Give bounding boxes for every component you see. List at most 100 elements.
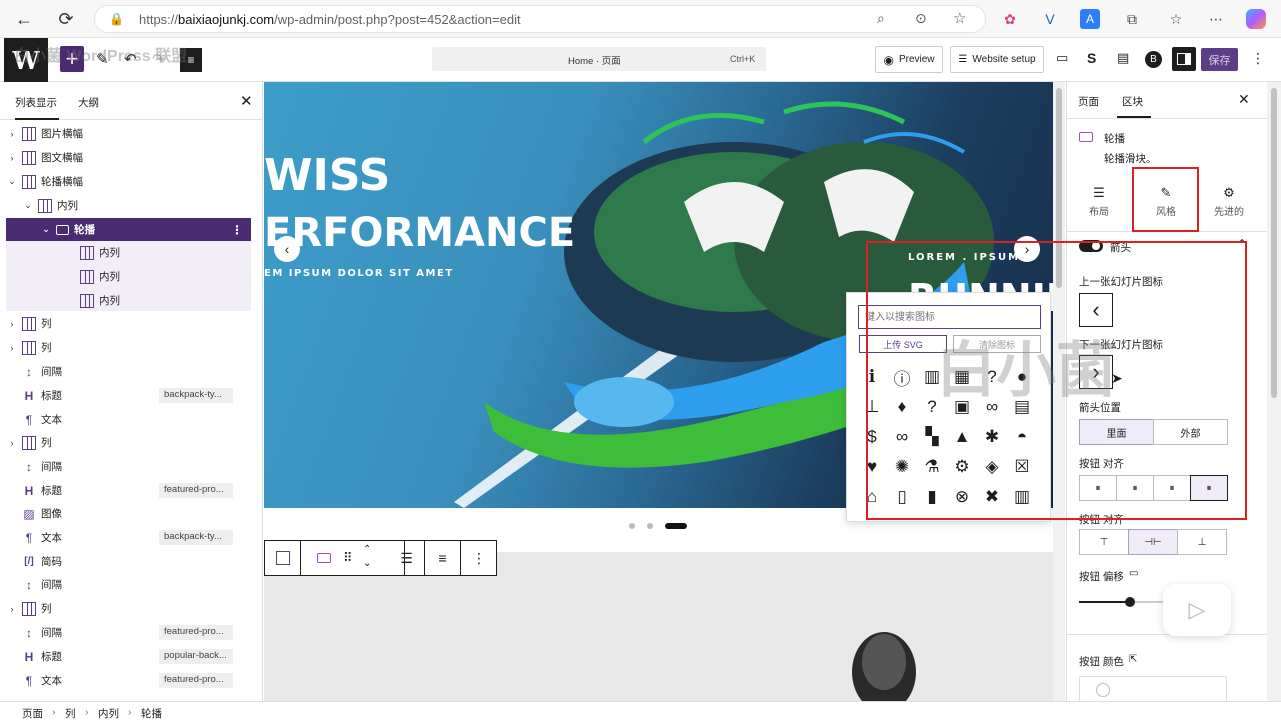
tab-outline[interactable]: 大纲 (78, 95, 99, 110)
carousel-prev-arrow-icon[interactable]: ‹ (274, 236, 300, 262)
valign-top-option[interactable]: ⊤ (1079, 529, 1129, 555)
address-bar[interactable]: 🔒 https://baixiaojunkj.com/wp-admin/post… (94, 5, 986, 33)
move-up-icon[interactable]: ⌃ (363, 544, 371, 555)
desktop-icon[interactable]: ▭ (1129, 568, 1138, 579)
list-item[interactable]: ↕ 间隔 (6, 573, 251, 596)
chevron-right-icon[interactable]: › (6, 129, 18, 139)
offset-slider-handle[interactable] (1125, 597, 1135, 607)
blocksy-icon[interactable]: B (1145, 51, 1162, 68)
list-item[interactable]: ¶ 文本 backpack-ty... (6, 526, 251, 549)
website-setup-button[interactable]: ☰ Website setup (950, 46, 1044, 73)
favorites-icon[interactable]: ☆ (1166, 9, 1186, 29)
copilot-icon[interactable] (1246, 9, 1266, 29)
list-item[interactable]: ↕ 间隔 (6, 455, 251, 478)
active-tab-indicator (15, 118, 59, 120)
chevron-down-icon[interactable]: ⌄ (22, 200, 34, 211)
page-settings-icon[interactable]: ▤ (1117, 50, 1129, 66)
chevron-right-icon[interactable]: › (6, 319, 18, 329)
chevron-down-icon[interactable]: ⌄ (40, 224, 52, 235)
sidebar-scrollbar[interactable] (1267, 82, 1281, 701)
reload-icon[interactable]: ⟳ (52, 5, 80, 33)
extension-flower-icon[interactable]: ✿ (1000, 9, 1020, 29)
breadcrumb-item[interactable]: 内列 (98, 706, 119, 721)
favorite-star-icon[interactable]: ☆ (953, 9, 966, 27)
tab-advanced[interactable]: ⚙ 先进的 (1207, 185, 1251, 218)
video-play-widget-icon[interactable]: ▷ (1163, 584, 1231, 636)
list-item[interactable]: ▨ 图像 (6, 502, 251, 525)
tab-layout[interactable]: ☰ 布局 (1079, 185, 1119, 218)
breadcrumb-item[interactable]: 轮播 (141, 706, 162, 721)
list-item[interactable]: › 列 (6, 597, 251, 620)
breadcrumb-item[interactable]: 列 (65, 706, 76, 721)
save-button[interactable]: 保存 (1201, 48, 1238, 71)
device-view-icon[interactable]: ▭ (1056, 50, 1068, 66)
carousel-icon[interactable] (317, 553, 331, 563)
settings-sidebar-toggle-icon[interactable] (1172, 47, 1196, 71)
breadcrumb-item[interactable]: 页面 (22, 706, 43, 721)
list-item[interactable]: › 列 (6, 312, 251, 335)
heading-icon: H (24, 388, 34, 403)
list-item[interactable]: › 列 (6, 431, 251, 454)
list-item[interactable]: [/] 简码 (6, 550, 251, 573)
preview-button[interactable]: ◉ Preview (875, 46, 943, 73)
list-item[interactable]: 内列 (6, 241, 251, 264)
valign-center-option-selected[interactable]: ⊣⊢ (1128, 529, 1178, 555)
list-item[interactable]: ⌄ 内列 (6, 194, 251, 217)
stackable-icon[interactable]: S (1087, 50, 1096, 66)
list-item[interactable]: › 图文横幅 (6, 146, 251, 169)
close-icon[interactable]: ✕ (1238, 91, 1250, 108)
chevron-right-icon[interactable]: › (6, 153, 18, 163)
anchor-tag: popular-back... (159, 649, 233, 664)
shortcode-icon: [/] (24, 556, 34, 567)
button-color-picker[interactable] (1079, 676, 1227, 702)
list-item[interactable]: 内列 (6, 289, 251, 312)
list-item[interactable]: › 图片横幅 (6, 122, 251, 145)
back-icon[interactable]: ← (10, 5, 38, 33)
list-item[interactable]: ↕ 间隔 (6, 360, 251, 383)
button-color-label: 按钮 颜色 (1079, 656, 1124, 668)
watermark-text: 白小菌 (936, 337, 1116, 404)
list-item[interactable]: › 列 (6, 336, 251, 359)
chevron-right-icon[interactable]: › (6, 604, 18, 614)
justify-left-icon[interactable]: ≡ (425, 541, 461, 575)
carousel-dot[interactable] (647, 523, 653, 529)
list-item[interactable]: ¶ 文本 featured-pro... (6, 669, 251, 692)
move-down-icon[interactable]: ⌄ (363, 558, 371, 569)
extension-v-icon[interactable]: V (1040, 9, 1060, 29)
list-item[interactable]: 内列 (6, 265, 251, 288)
more-menu-icon[interactable]: ⋯ (1206, 9, 1226, 29)
more-options-icon[interactable]: ⋮ (461, 541, 497, 575)
list-item[interactable]: H 标题 popular-back... (6, 645, 251, 668)
carousel-dot[interactable] (629, 523, 635, 529)
tab-block[interactable]: 区块 (1122, 94, 1143, 109)
gear-icon: ⚙ (1223, 185, 1235, 200)
list-item[interactable]: ⌄ 轮播横幅 (6, 170, 251, 193)
chevron-down-icon[interactable]: ⌄ (6, 176, 18, 187)
hover-cursor-icon[interactable]: ⇱ (1129, 654, 1137, 665)
list-item-selected[interactable]: ⌄ 轮播 ⋮ (6, 218, 251, 241)
list-item[interactable]: H 标题 backpack-ty... (6, 384, 251, 407)
valign-bottom-option[interactable]: ⊥ (1177, 529, 1227, 555)
list-item[interactable]: H 标题 featured-pro... (6, 479, 251, 502)
translate-icon[interactable]: A (1080, 9, 1100, 29)
zoom-icon[interactable]: ⌕ (877, 10, 885, 27)
tab-page[interactable]: 页面 (1078, 94, 1099, 109)
chevron-right-icon[interactable]: › (6, 438, 18, 448)
options-menu-icon[interactable]: ⋮ (1251, 50, 1265, 67)
close-icon[interactable]: ✕ (240, 92, 253, 110)
layout-icon: ☰ (1093, 185, 1105, 200)
list-item[interactable]: ¶ 文本 (6, 408, 251, 431)
list-item[interactable]: ↕ 间隔 featured-pro... (6, 621, 251, 644)
reader-icon[interactable]: ⊙ (915, 10, 927, 27)
command-palette-bar[interactable]: Home · 页面 Ctrl+K (432, 47, 766, 71)
paragraph-icon: ¶ (25, 412, 33, 427)
align-wide-icon[interactable]: ☰ (389, 541, 425, 575)
extensions-puzzle-icon[interactable]: ⧉ (1122, 9, 1142, 29)
drag-handle-icon[interactable]: ⠿ (343, 550, 353, 566)
block-options-icon[interactable]: ⋮ (231, 223, 243, 237)
chevron-right-icon[interactable]: › (6, 343, 18, 353)
scrollbar-thumb[interactable] (1271, 88, 1277, 398)
parent-select-icon[interactable] (265, 541, 301, 575)
tab-list-view[interactable]: 列表显示 (15, 95, 57, 110)
carousel-dot-active[interactable] (665, 523, 687, 529)
